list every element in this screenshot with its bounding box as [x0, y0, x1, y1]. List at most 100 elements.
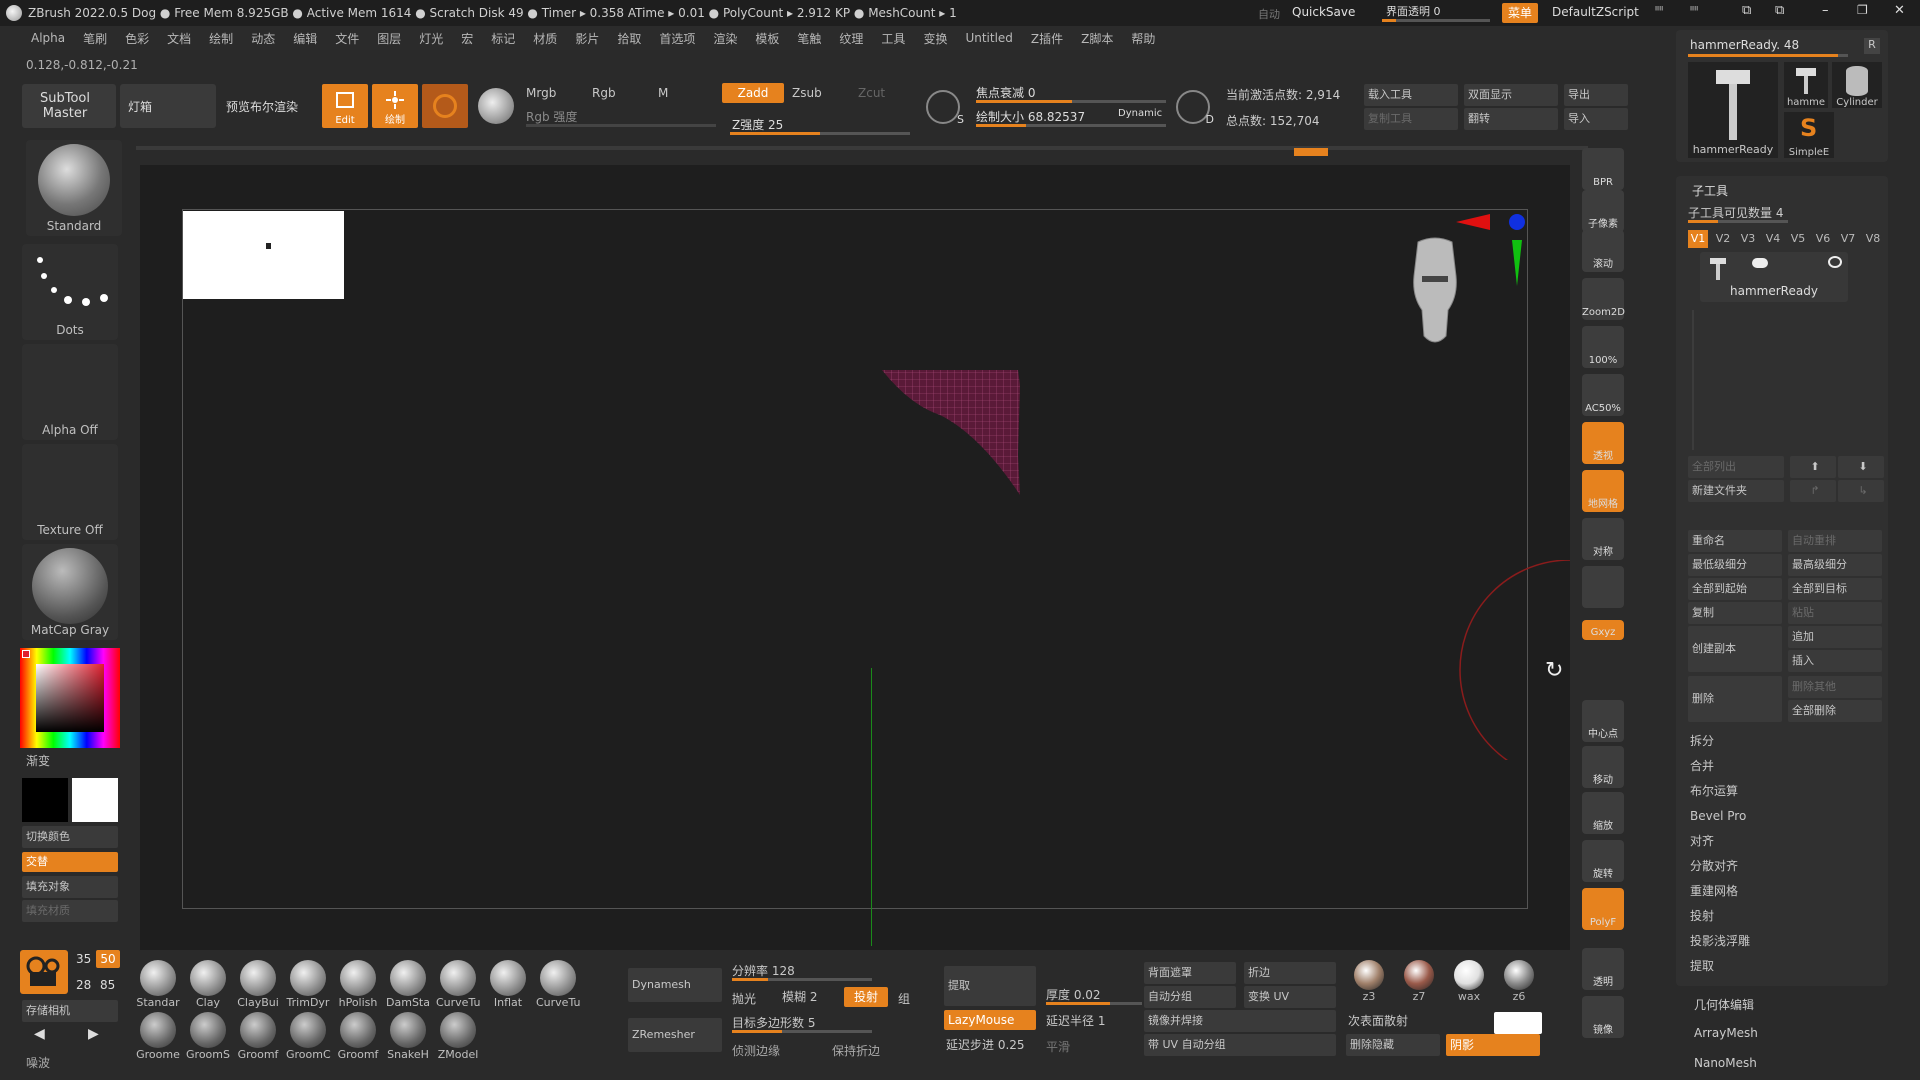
quick-brush[interactable]: Groomf — [236, 1012, 280, 1064]
dynamesh-button[interactable]: Dynamesh — [628, 968, 722, 1002]
delete-hidden-button[interactable]: 删除隐藏 — [1346, 1034, 1440, 1056]
tool-slider[interactable] — [1688, 54, 1848, 57]
layout-icon[interactable]: ᴵᴵᴵᴵ — [1690, 4, 1716, 20]
load-tool-button[interactable]: 载入工具 — [1364, 84, 1458, 106]
next-camera-icon[interactable]: ▶ — [88, 1026, 99, 1042]
menu-item[interactable]: 首选项 — [650, 30, 704, 47]
arraymesh-header[interactable]: ArrayMesh — [1694, 1026, 1758, 1040]
quicksave-button[interactable]: QuickSave — [1292, 5, 1355, 19]
viewport-tool-5[interactable]: AC50% — [1582, 374, 1624, 416]
viewport-tool-12[interactable] — [1582, 676, 1624, 698]
subtool-section-header[interactable]: 投影浅浮雕 — [1688, 930, 1882, 952]
top-scroll-track[interactable] — [136, 146, 1588, 150]
keep-creases-button[interactable]: 保持折边 — [832, 1042, 880, 1059]
menu-item[interactable]: 拾取 — [608, 30, 650, 47]
color-picker[interactable] — [20, 648, 120, 748]
scatter-color-swatch[interactable] — [1494, 1012, 1542, 1034]
material-swatch[interactable]: z6 — [1500, 960, 1538, 1006]
camera-button[interactable] — [20, 950, 68, 994]
r-button[interactable]: R — [1864, 38, 1880, 54]
auto-reorder-button[interactable]: 自动重排 — [1788, 530, 1882, 552]
copy-tool-button[interactable]: 复制工具 — [1364, 108, 1458, 130]
mrgb-button[interactable]: Mrgb — [526, 86, 556, 100]
menu-item[interactable]: 材质 — [524, 30, 566, 47]
version-tab[interactable]: V4 — [1763, 230, 1783, 248]
dynamic-icon[interactable]: D — [1176, 90, 1214, 126]
crease-button[interactable]: 折边 — [1244, 962, 1336, 984]
menu-button[interactable]: 菜单 — [1502, 3, 1538, 23]
subtool-item[interactable]: hammerReady — [1700, 252, 1848, 302]
menu-item[interactable]: Alpha — [22, 31, 74, 45]
rgb-button[interactable]: Rgb — [592, 86, 616, 100]
subsurface-scatter-button[interactable]: 次表面散射 — [1348, 1012, 1408, 1029]
fill-material-button[interactable]: 填充材质 — [22, 900, 118, 922]
menu-item[interactable]: 工具 — [872, 30, 914, 47]
quick-brush[interactable]: CurveTu — [536, 960, 580, 1012]
import-button[interactable]: 导入 — [1564, 108, 1628, 130]
menu-item[interactable]: 笔触 — [788, 30, 830, 47]
mirror-weld-button[interactable]: 镜像并焊接 — [1144, 1010, 1336, 1032]
zremesher-button[interactable]: ZRemesher — [628, 1018, 722, 1052]
paste-button[interactable]: 粘贴 — [1788, 602, 1882, 624]
restore-icon[interactable]: ❐ — [1857, 3, 1873, 21]
viewport-tool-6[interactable]: 透视 — [1582, 422, 1624, 464]
viewport-tool-10[interactable]: Gxyz — [1582, 620, 1624, 640]
pin-icon[interactable]: ᴵᴵᴵᴵ — [1655, 4, 1681, 20]
script-label[interactable]: DefaultZScript — [1552, 5, 1639, 19]
all-to-target-button[interactable]: 全部到目标 — [1788, 578, 1882, 600]
lazy-step-slider[interactable]: 延迟步进 0.25 — [946, 1036, 1025, 1053]
quick-brush[interactable]: GroomS — [186, 1012, 230, 1064]
focal-28[interactable]: 28 — [76, 978, 91, 992]
quick-brush[interactable]: GroomC — [286, 1012, 331, 1064]
gradient-label[interactable]: 渐变 — [26, 752, 50, 769]
viewport-tool-2[interactable]: 滚动 — [1582, 230, 1624, 272]
brush-selector[interactable]: Standard — [26, 140, 122, 236]
quick-brush[interactable]: ZModel — [436, 1012, 480, 1064]
menu-item[interactable]: 图层 — [368, 30, 410, 47]
version-tab[interactable]: V1 — [1688, 230, 1708, 248]
material-swatch[interactable]: wax — [1450, 960, 1488, 1006]
version-tab[interactable]: V3 — [1738, 230, 1758, 248]
quick-brush[interactable]: CurveTu — [436, 960, 480, 1012]
viewport-tool-4[interactable]: 100% — [1582, 326, 1624, 368]
quick-brush[interactable]: Groome — [136, 1012, 180, 1064]
draw-size-slider[interactable]: 绘制大小 68.82537 — [976, 108, 1085, 125]
subtool-section-header[interactable]: 合并 — [1688, 755, 1882, 777]
lowest-subdiv-button[interactable]: 最低级细分 — [1688, 554, 1782, 576]
subtool-section-header[interactable]: 投射 — [1688, 905, 1882, 927]
menu-item[interactable]: Untitled — [956, 31, 1021, 45]
secondary-color-swatch[interactable] — [72, 778, 118, 822]
all-to-start-button[interactable]: 全部到起始 — [1688, 578, 1782, 600]
duplicate-button[interactable]: 复制 — [1688, 602, 1782, 624]
subtool-section-header[interactable]: 对齐 — [1688, 830, 1882, 852]
delete-button[interactable]: 删除 — [1688, 676, 1782, 722]
delete-others-button[interactable]: 删除其他 — [1788, 676, 1882, 698]
extract-button[interactable]: 提取 — [944, 966, 1036, 1006]
menu-item[interactable]: 变换 — [914, 30, 956, 47]
minimize-icon[interactable]: – — [1822, 3, 1838, 21]
subtool-header[interactable]: 子工具 — [1692, 182, 1728, 199]
draw-button[interactable]: 绘制 — [372, 84, 418, 128]
color-sv-square[interactable] — [36, 664, 104, 732]
alternate-button[interactable]: 交替 — [22, 852, 118, 872]
visible-count-slider[interactable] — [1688, 220, 1788, 223]
menu-item[interactable]: 笔刷 — [74, 30, 116, 47]
dynamic-toggle[interactable]: Dynamic — [1118, 108, 1162, 119]
project-button[interactable]: 投射 — [844, 987, 888, 1007]
thickness-slider[interactable]: 厚度 0.02 — [1046, 986, 1101, 1003]
blur-slider[interactable]: 模糊 2 — [782, 988, 817, 1005]
stroke-selector[interactable]: Dots — [22, 244, 118, 340]
zsub-button[interactable]: Zsub — [792, 86, 822, 100]
menu-item[interactable]: 宏 — [452, 30, 482, 47]
uv-auto-group-button[interactable]: 带 UV 自动分组 — [1144, 1034, 1336, 1056]
move-down-icon[interactable]: ⬇ — [1838, 456, 1884, 478]
z-intensity-slider[interactable]: Z强度 25 — [732, 116, 783, 133]
group-button[interactable]: 组 — [898, 990, 910, 1007]
menu-item[interactable]: 渲染 — [704, 30, 746, 47]
quick-brush[interactable]: Groomf — [336, 1012, 380, 1064]
version-tab[interactable]: V6 — [1813, 230, 1833, 248]
viewport-tool-0[interactable]: BPR — [1582, 148, 1624, 190]
subtool-list-scrollbar[interactable] — [1692, 310, 1694, 450]
flip-button[interactable]: 翻转 — [1464, 108, 1558, 130]
version-tab[interactable]: V2 — [1713, 230, 1733, 248]
